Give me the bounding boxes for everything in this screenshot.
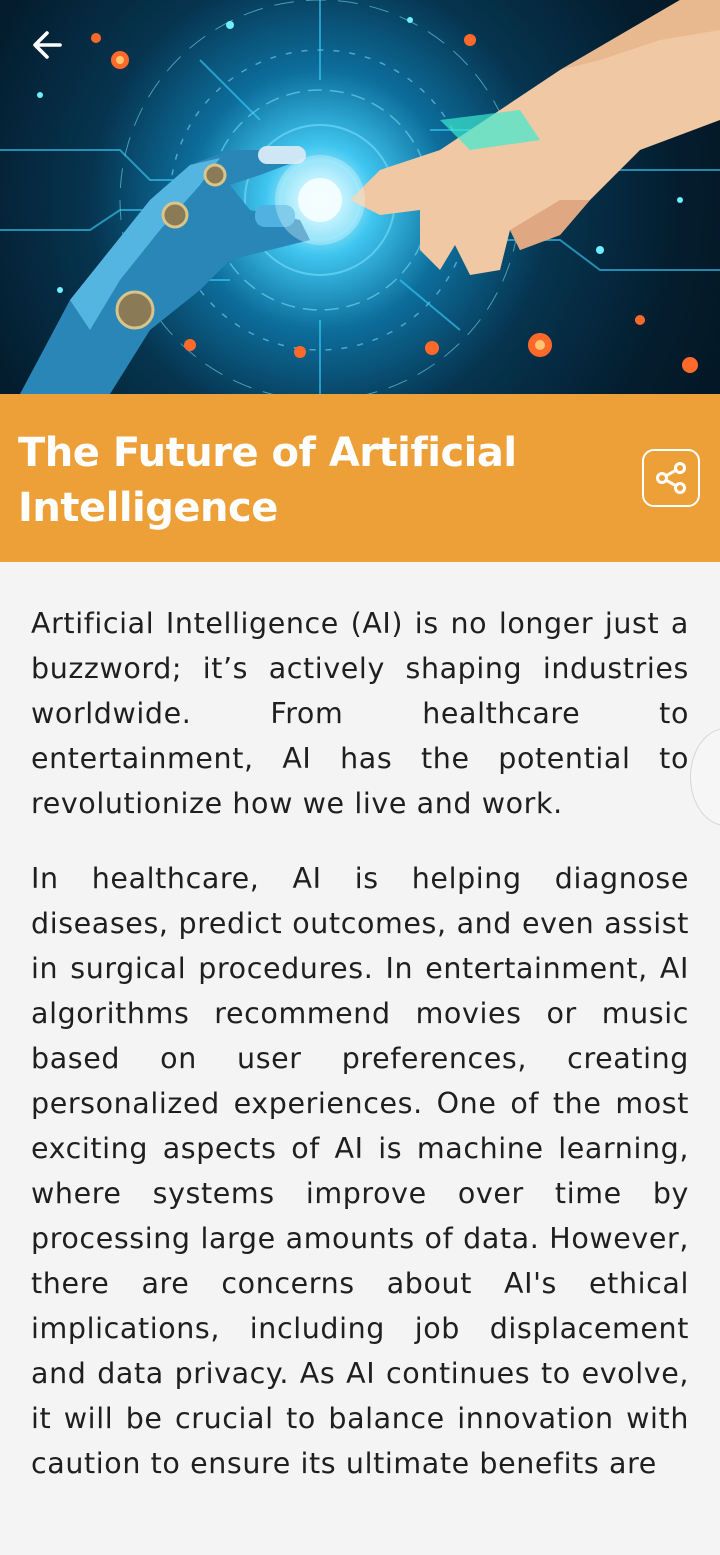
- article-paragraph: In healthcare, AI is helping diagnose di…: [31, 862, 689, 1480]
- ai-robot-human-hand-image: [0, 0, 720, 394]
- share-icon: [656, 462, 686, 494]
- article-paragraph: Artificial Intelligence (AI) is no longe…: [31, 607, 689, 820]
- article-screen: The Future of Artificial Intelligence Ar…: [0, 0, 720, 1555]
- scroll-handle[interactable]: [690, 728, 720, 826]
- hero-image: [0, 0, 720, 394]
- back-button[interactable]: [30, 28, 80, 78]
- arrow-left-icon: [33, 31, 62, 59]
- page-title: The Future of Artificial Intelligence: [18, 430, 517, 531]
- share-button[interactable]: [642, 449, 700, 507]
- article-body: Artificial Intelligence (AI) is no longe…: [31, 601, 689, 1516]
